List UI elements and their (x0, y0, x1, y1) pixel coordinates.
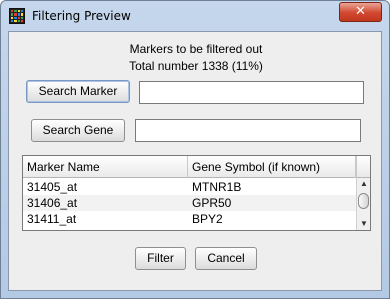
scroll-down-icon[interactable]: ▼ (357, 218, 370, 230)
table-vertical-scrollbar[interactable]: ▲ ▼ (356, 178, 370, 230)
scrollbar-thumb[interactable] (358, 193, 369, 209)
message-line-1: Markers to be filtered out (129, 42, 263, 56)
close-icon: ✕ (355, 4, 366, 19)
table-row[interactable]: 31411_at BPY2 (23, 211, 356, 227)
column-header-gene-symbol[interactable]: Gene Symbol (if known) (188, 156, 356, 178)
title-bar[interactable]: Filtering Preview ✕ (1, 1, 389, 31)
table-header: Marker Name Gene Symbol (if known) (23, 156, 356, 178)
filtering-preview-window: Filtering Preview ✕ Markers to be filter… (0, 0, 390, 299)
search-gene-button[interactable]: Search Gene (31, 119, 125, 142)
marker-name-cell: 31411_at (27, 212, 77, 226)
table-row[interactable]: 31406_at GPR50 (23, 195, 356, 211)
markers-table: Marker Name Gene Symbol (if known) 31405… (22, 155, 371, 231)
gene-symbol-cell: GPR50 (192, 196, 232, 210)
gene-symbol-cell: MTNR1B (192, 180, 242, 194)
scroll-up-icon[interactable]: ▲ (357, 178, 370, 190)
cancel-button[interactable]: Cancel (195, 247, 257, 270)
dialog-content: Markers to be filtered out Total number … (8, 31, 382, 291)
gene-symbol-cell: BPY2 (192, 212, 223, 226)
window-title: Filtering Preview (32, 9, 131, 23)
marker-name-cell: 31406_at (27, 196, 78, 210)
search-marker-button[interactable]: Search Marker (26, 80, 130, 103)
table-row[interactable]: 31405_at MTNR1B (23, 179, 356, 195)
column-header-marker-name[interactable]: Marker Name (23, 156, 188, 178)
marker-name-cell: 31405_at (27, 180, 78, 194)
search-marker-input[interactable] (139, 81, 364, 104)
close-button[interactable]: ✕ (339, 2, 382, 22)
table-header-corner (356, 156, 370, 178)
grid-app-icon (9, 8, 25, 24)
search-gene-input[interactable] (135, 119, 361, 142)
message-line-2: Total number 1338 (11%) (129, 59, 263, 73)
filter-button[interactable]: Filter (135, 247, 186, 270)
